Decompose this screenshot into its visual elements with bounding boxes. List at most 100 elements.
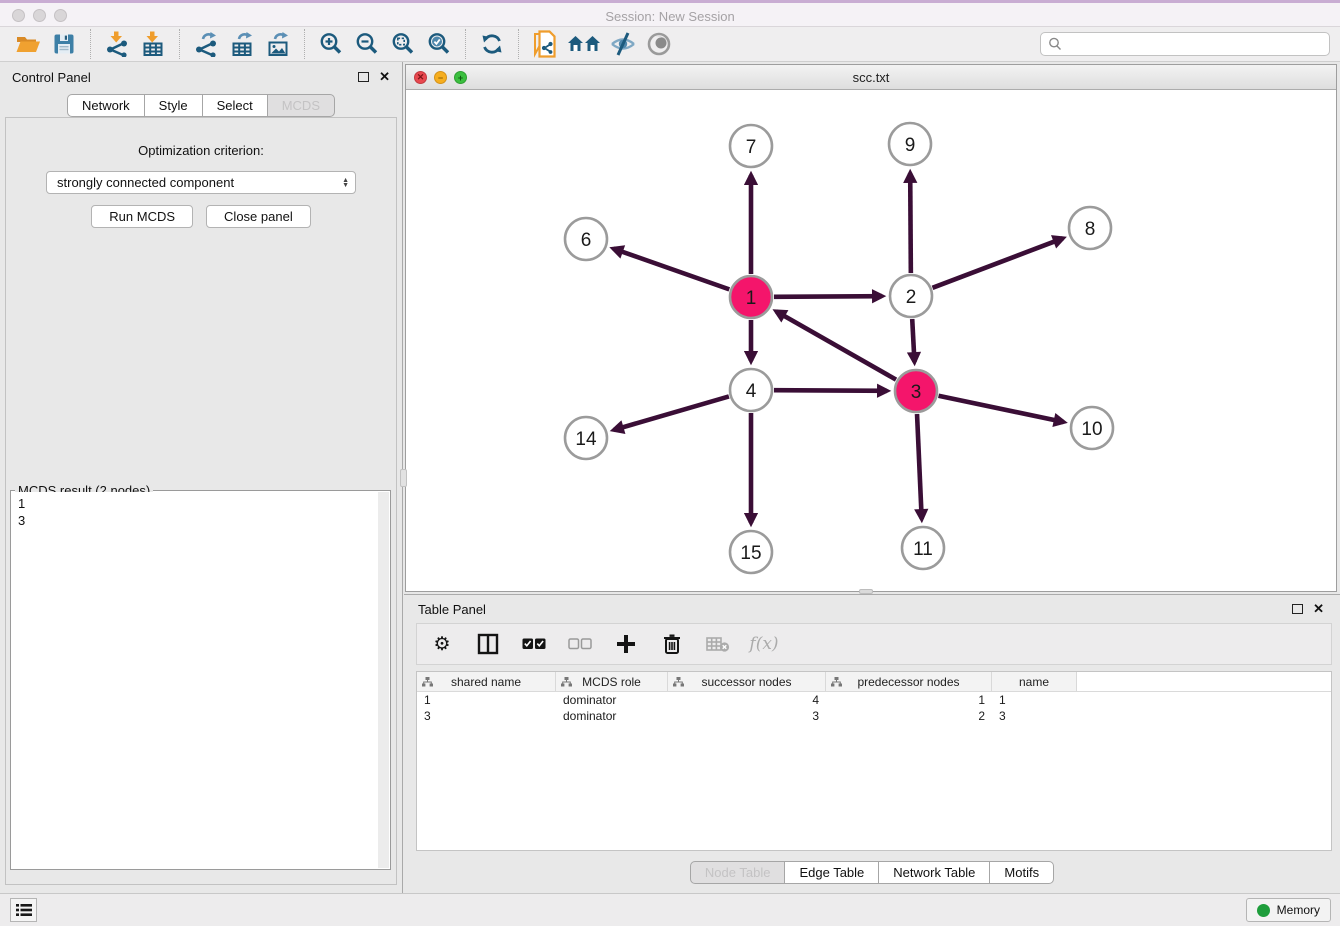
graph-node-3[interactable]: 3: [895, 370, 937, 412]
float-panel-icon[interactable]: [358, 72, 369, 82]
graph-edge-4-14[interactable]: [614, 396, 729, 429]
column-header-MCDS-role[interactable]: MCDS role: [556, 672, 668, 691]
close-panel-button[interactable]: Close panel: [206, 205, 311, 228]
table-cell[interactable]: 1: [417, 692, 556, 708]
vertical-splitter-handle[interactable]: [400, 469, 407, 487]
tab-network[interactable]: Network: [67, 94, 145, 117]
graph-node-10[interactable]: 10: [1071, 407, 1113, 449]
toolbar-search: [1040, 32, 1330, 56]
column-header-predecessor-nodes[interactable]: predecessor nodes: [826, 672, 992, 691]
graph-node-14[interactable]: 14: [565, 417, 607, 459]
tab-style[interactable]: Style: [144, 94, 203, 117]
criterion-select[interactable]: strongly connected component ▲▼: [46, 171, 356, 194]
graph-node-4[interactable]: 4: [730, 369, 772, 411]
table-row[interactable]: 3dominator323: [417, 708, 1331, 724]
graph-edge-3-1[interactable]: [776, 311, 896, 379]
panel-menu-button[interactable]: [10, 898, 37, 922]
tab-node-table[interactable]: Node Table: [690, 861, 786, 884]
graph-edge-4-3[interactable]: [774, 390, 887, 391]
import-network-icon: [104, 31, 130, 57]
tab-select[interactable]: Select: [202, 94, 268, 117]
mcds-result-item[interactable]: 1: [18, 495, 378, 512]
run-mcds-button[interactable]: Run MCDS: [91, 205, 193, 228]
tab-mcds[interactable]: MCDS: [267, 94, 335, 117]
float-table-panel-icon[interactable]: [1292, 604, 1303, 614]
mcds-result-scrollbar[interactable]: [378, 492, 389, 868]
network-graph: 7 9 6 8 1 2 4 3 14 10 15 11: [406, 90, 1336, 591]
hide-panels-button[interactable]: [607, 28, 639, 60]
graph-node-9[interactable]: 9: [889, 123, 931, 165]
network-title: scc.txt: [406, 65, 1336, 90]
table-cell[interactable]: 4: [668, 692, 826, 708]
graph-edge-3-10[interactable]: [939, 396, 1064, 422]
table-cell[interactable]: 3: [992, 708, 1077, 724]
network-canvas[interactable]: 7 9 6 8 1 2 4 3 14 10 15 11: [406, 90, 1336, 591]
column-header-shared-name[interactable]: shared name: [417, 672, 556, 691]
toolbar-separator: [90, 29, 91, 59]
graph-node-2[interactable]: 2: [890, 275, 932, 317]
table-cell[interactable]: 1: [992, 692, 1077, 708]
zoom-fit-button[interactable]: [387, 28, 419, 60]
zoom-in-button[interactable]: [315, 28, 347, 60]
zoom-selected-button[interactable]: [423, 28, 455, 60]
table-cell[interactable]: 3: [417, 708, 556, 724]
graph-edge-2-8[interactable]: [933, 238, 1063, 288]
graph-edge-2-9[interactable]: [910, 173, 911, 273]
function-builder-button-disabled[interactable]: f(x): [751, 631, 777, 657]
close-panel-icon[interactable]: ✕: [379, 72, 390, 82]
export-image-icon: [265, 31, 291, 57]
export-network-button[interactable]: [190, 28, 222, 60]
network-window-titlebar[interactable]: ✕ − + scc.txt: [406, 65, 1336, 90]
show-all-button[interactable]: [643, 28, 675, 60]
import-table-button[interactable]: [137, 28, 169, 60]
toolbar-separator: [304, 29, 305, 59]
svg-text:1: 1: [746, 288, 757, 309]
table-cell[interactable]: dominator: [556, 692, 668, 708]
graph-edge-1-6[interactable]: [613, 249, 729, 290]
tab-edge-table[interactable]: Edge Table: [784, 861, 879, 884]
tab-motifs[interactable]: Motifs: [989, 861, 1054, 884]
table-cell[interactable]: 2: [826, 708, 992, 724]
export-image-button[interactable]: [262, 28, 294, 60]
add-button[interactable]: [613, 631, 639, 657]
mcds-result-list[interactable]: 13: [12, 492, 378, 868]
table-cell[interactable]: 1: [826, 692, 992, 708]
column-header-name[interactable]: name: [992, 672, 1077, 691]
graph-edge-1-2[interactable]: [774, 296, 882, 297]
delete-button[interactable]: [659, 631, 685, 657]
open-session-button[interactable]: [12, 28, 44, 60]
graph-node-15[interactable]: 15: [730, 531, 772, 573]
graph-node-7[interactable]: 7: [730, 125, 772, 167]
select-all-rows-button[interactable]: [521, 631, 547, 657]
homes-button[interactable]: [565, 28, 603, 60]
mcds-result-item[interactable]: 3: [18, 512, 378, 529]
zoom-out-button[interactable]: [351, 28, 383, 60]
memory-button[interactable]: Memory: [1246, 898, 1331, 922]
tab-network-table[interactable]: Network Table: [878, 861, 990, 884]
delete-table-button-disabled[interactable]: [705, 631, 731, 657]
graph-node-1[interactable]: 1: [730, 276, 772, 318]
graph-edge-3-11[interactable]: [917, 414, 922, 519]
table-settings-button[interactable]: ⚙: [429, 631, 455, 657]
refresh-button[interactable]: [476, 28, 508, 60]
table-cell[interactable]: dominator: [556, 708, 668, 724]
graph-node-6[interactable]: 6: [565, 218, 607, 260]
import-network-button[interactable]: [101, 28, 133, 60]
fx-icon: f(x): [749, 634, 778, 654]
svg-text:3: 3: [911, 382, 922, 403]
magnifier-minus-icon: [354, 31, 380, 57]
close-table-panel-icon[interactable]: ✕: [1313, 604, 1324, 614]
export-table-button[interactable]: [226, 28, 258, 60]
graph-edge-2-3[interactable]: [912, 319, 914, 362]
table-row[interactable]: 1dominator411: [417, 692, 1331, 708]
graph-node-11[interactable]: 11: [902, 527, 944, 569]
search-input[interactable]: [1063, 37, 1323, 51]
column-header-successor-nodes[interactable]: successor nodes: [668, 672, 826, 691]
network-from-file-button[interactable]: [529, 28, 561, 60]
save-session-button[interactable]: [48, 28, 80, 60]
optimization-criterion-label: Optimization criterion:: [6, 143, 396, 158]
table-cell[interactable]: 3: [668, 708, 826, 724]
deselect-all-rows-button[interactable]: [567, 631, 593, 657]
graph-node-8[interactable]: 8: [1069, 207, 1111, 249]
toggle-columns-button[interactable]: [475, 631, 501, 657]
